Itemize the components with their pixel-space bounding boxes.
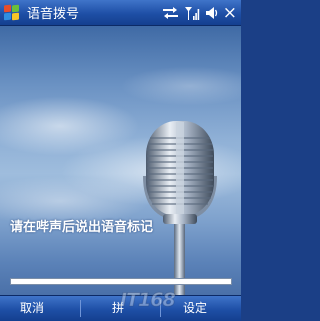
spell-softkey[interactable]: 拼 bbox=[112, 296, 124, 321]
title-bar: 语音拨号 × bbox=[0, 0, 241, 26]
softkey-divider bbox=[80, 300, 81, 317]
speaker-icon[interactable] bbox=[205, 6, 218, 20]
settings-softkey[interactable]: 设定 bbox=[183, 296, 207, 321]
voice-prompt-text: 请在哔声后说出语音标记 bbox=[10, 220, 154, 235]
app-title: 语音拨号 bbox=[27, 7, 80, 22]
voice-dial-panel: 请在哔声后说出语音标记 bbox=[0, 26, 241, 295]
recording-progress-bar bbox=[10, 278, 232, 285]
softkey-divider bbox=[160, 300, 161, 317]
cancel-softkey[interactable]: 取消 bbox=[20, 296, 44, 321]
windows-flag-icon bbox=[4, 4, 20, 21]
sync-arrows-icon[interactable] bbox=[162, 6, 179, 20]
microphone-icon bbox=[143, 121, 217, 295]
start-button[interactable] bbox=[0, 0, 24, 26]
signal-strength-icon[interactable] bbox=[184, 5, 200, 21]
soft-key-bar: 取消 拼 设定 bbox=[0, 295, 241, 321]
close-icon[interactable]: × bbox=[223, 5, 237, 22]
status-icons: × bbox=[162, 0, 237, 26]
